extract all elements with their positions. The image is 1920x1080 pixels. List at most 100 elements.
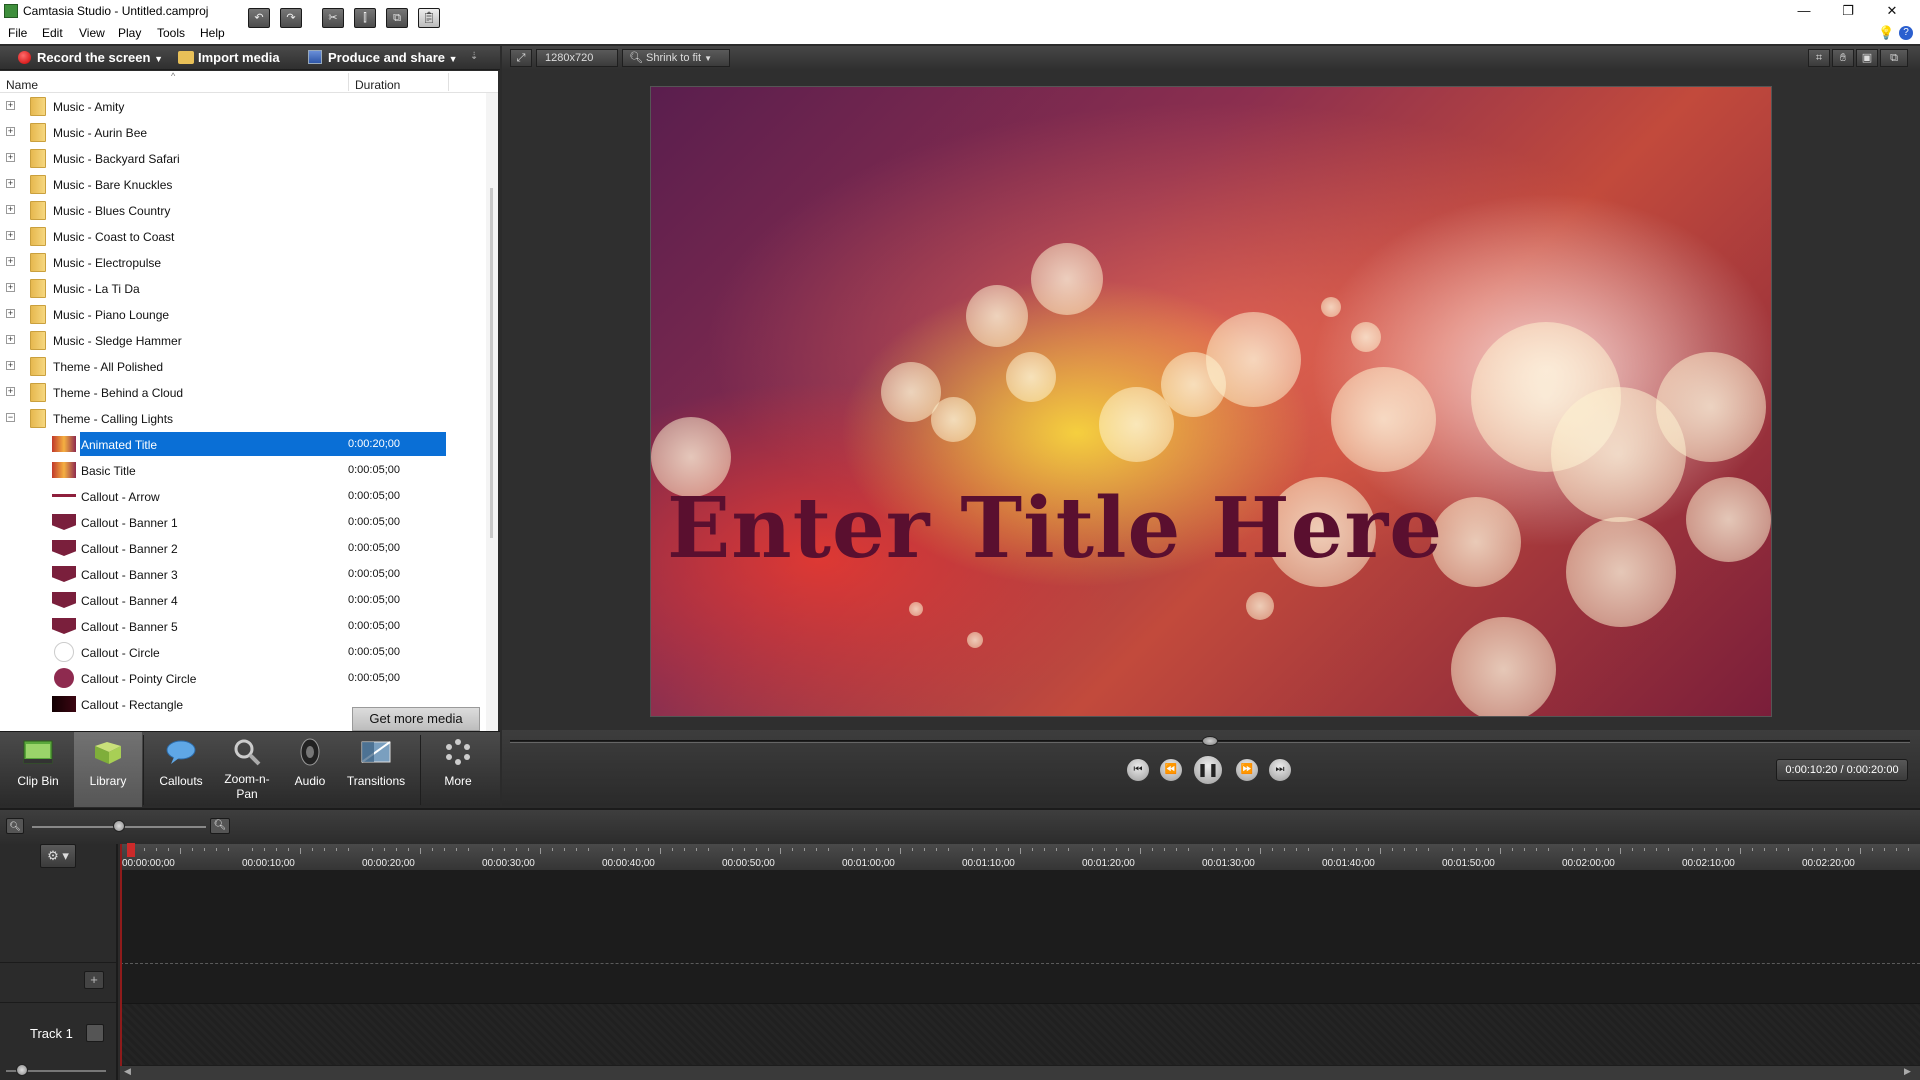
pause-button[interactable]: ❚❚ [1193,755,1223,785]
expand-icon[interactable]: + [6,179,15,188]
library-item[interactable]: Callout - Arrow 0:00:05;00 [0,483,480,509]
library-folder[interactable]: + Music - Bare Knuckles [0,171,480,197]
rewind-button[interactable]: ⏪ [1159,758,1183,782]
menu-edit[interactable]: Edit [42,26,63,40]
library-scrollbar[interactable] [486,93,498,731]
copy-icon[interactable]: ⧉ [386,8,408,28]
library-folder[interactable]: − Theme - Calling Lights [0,405,480,431]
library-folder[interactable]: + Music - Aurin Bee [0,119,480,145]
zoom-out-icon[interactable]: 🔍︎ [6,818,24,834]
folder-icon [30,279,46,298]
add-track-icon[interactable]: + [84,971,104,989]
tab-library[interactable]: Library [74,732,142,807]
library-folder[interactable]: + Music - Sledge Hammer [0,327,480,353]
record-screen-button[interactable]: Record the screen ▼ [18,50,163,66]
zoom-in-icon[interactable]: 🔍︎ [210,818,230,834]
chevron-down-icon: ▼ [154,54,163,64]
detach-preview-icon[interactable]: ⧉ [1880,49,1908,67]
library-folder[interactable]: + Theme - Behind a Cloud [0,379,480,405]
redo-icon[interactable]: ↷ [280,8,302,28]
close-button[interactable]: ✕ [1870,0,1914,22]
hand-pan-icon[interactable]: ✋︎ [1832,49,1854,67]
timeline-zoom-handle[interactable] [113,820,125,832]
scroll-right-icon[interactable]: ▶ [1904,1066,1911,1077]
expand-icon[interactable]: + [6,387,15,396]
menu-view[interactable]: View [79,26,105,40]
expand-icon[interactable]: + [6,205,15,214]
library-item[interactable]: Callout - Banner 4 0:00:05;00 [0,587,480,613]
produce-share-button[interactable]: Produce and share ▼ [308,50,458,66]
column-duration[interactable]: Duration [355,78,400,92]
timeline-scrollbar[interactable]: ◀ ▶ [120,1066,1920,1080]
cut-icon[interactable]: ✂ [322,8,344,28]
import-media-button[interactable]: Import media [178,50,280,66]
canvas-size-icon[interactable]: ⤢ [510,49,532,67]
playhead-handle[interactable] [127,843,135,857]
library-folder[interactable]: + Music - Backyard Safari [0,145,480,171]
library-folder[interactable]: + Theme - All Polished [0,353,480,379]
tab-callouts[interactable]: Callouts [148,732,214,807]
canvas-title-text[interactable]: Enter Title Here [667,479,1443,577]
expand-icon[interactable]: + [6,335,15,344]
tab-audio[interactable]: Audio [282,732,338,807]
timeline-playhead[interactable] [120,844,122,1070]
menu-file[interactable]: File [8,26,27,40]
preview-scrub-handle[interactable] [1202,736,1218,746]
expand-icon[interactable]: + [6,231,15,240]
maximize-button[interactable]: ❐ [1826,0,1870,22]
expand-icon[interactable]: + [6,257,15,266]
menu-tools[interactable]: Tools [157,26,185,40]
timeline-settings-icon[interactable]: ⚙ ▾ [40,844,76,868]
split-icon[interactable]: ⫿ [354,8,376,28]
library-folder[interactable]: + Music - La Ti Da [0,275,480,301]
resolution-dropdown[interactable]: 1280x720 [536,49,618,67]
library-item[interactable]: Callout - Circle 0:00:05;00 [0,639,480,665]
track-height-handle[interactable] [16,1064,28,1076]
collapse-icon[interactable]: − [6,413,15,422]
expand-icon[interactable]: + [6,309,15,318]
jump-start-button[interactable]: ⏮ [1126,758,1150,782]
library-item[interactable]: Basic Title 0:00:05;00 [0,457,480,483]
library-folder[interactable]: + Music - Blues Country [0,197,480,223]
library-item[interactable]: Callout - Banner 1 0:00:05;00 [0,509,480,535]
column-name[interactable]: Name [6,78,38,92]
tab-zoom-n-pan[interactable]: Zoom-n- Pan [214,732,280,807]
library-folder[interactable]: + Music - Electropulse [0,249,480,275]
library-folder[interactable]: + Music - Piano Lounge [0,301,480,327]
library-folder[interactable]: + Music - Coast to Coast [0,223,480,249]
fit-dropdown[interactable]: 🔍︎ Shrink to fit ▼ [622,49,730,67]
library-item[interactable]: Animated Title 0:00:20;00 [0,431,480,457]
menu-help[interactable]: Help [200,26,225,40]
expand-icon[interactable]: + [6,283,15,292]
fast-forward-button[interactable]: ⏩ [1235,758,1259,782]
expand-icon[interactable]: + [6,127,15,136]
toolbar-overflow-icon[interactable]: ⇣ [470,51,478,62]
get-more-media-button[interactable]: Get more media [352,707,480,731]
undo-icon[interactable]: ↶ [248,8,270,28]
preview-canvas[interactable]: Enter Title Here [650,86,1772,717]
menu-play[interactable]: Play [118,26,141,40]
paste-icon[interactable]: 📋︎ [418,8,440,28]
tab-clip-bin[interactable]: Clip Bin [2,732,74,807]
expand-icon[interactable]: + [6,153,15,162]
crop-icon[interactable]: ⌗ [1808,49,1830,67]
tip-bulb-icon[interactable]: 💡 [1878,25,1894,41]
library-item[interactable]: Callout - Pointy Circle 0:00:05;00 [0,665,480,691]
scroll-left-icon[interactable]: ◀ [124,1066,131,1077]
minimize-button[interactable]: — [1782,0,1826,22]
help-icon[interactable]: ? [1899,26,1913,40]
fullscreen-icon[interactable]: ▣ [1856,49,1878,67]
track-1-lane[interactable] [120,1003,1920,1065]
jump-end-button[interactable]: ⏭ [1268,758,1292,782]
record-dot-icon [18,51,31,64]
expand-icon[interactable]: + [6,101,15,110]
expand-icon[interactable]: + [6,361,15,370]
library-item[interactable]: Callout - Banner 5 0:00:05;00 [0,613,480,639]
scrollbar-thumb[interactable] [490,188,493,538]
library-folder[interactable]: + Music - Amity [0,93,480,119]
library-item[interactable]: Callout - Banner 3 0:00:05;00 [0,561,480,587]
track-lock-icon[interactable] [86,1024,104,1042]
tab-transitions[interactable]: Transitions [338,732,414,807]
tab-more[interactable]: More [424,732,492,807]
library-item[interactable]: Callout - Banner 2 0:00:05;00 [0,535,480,561]
